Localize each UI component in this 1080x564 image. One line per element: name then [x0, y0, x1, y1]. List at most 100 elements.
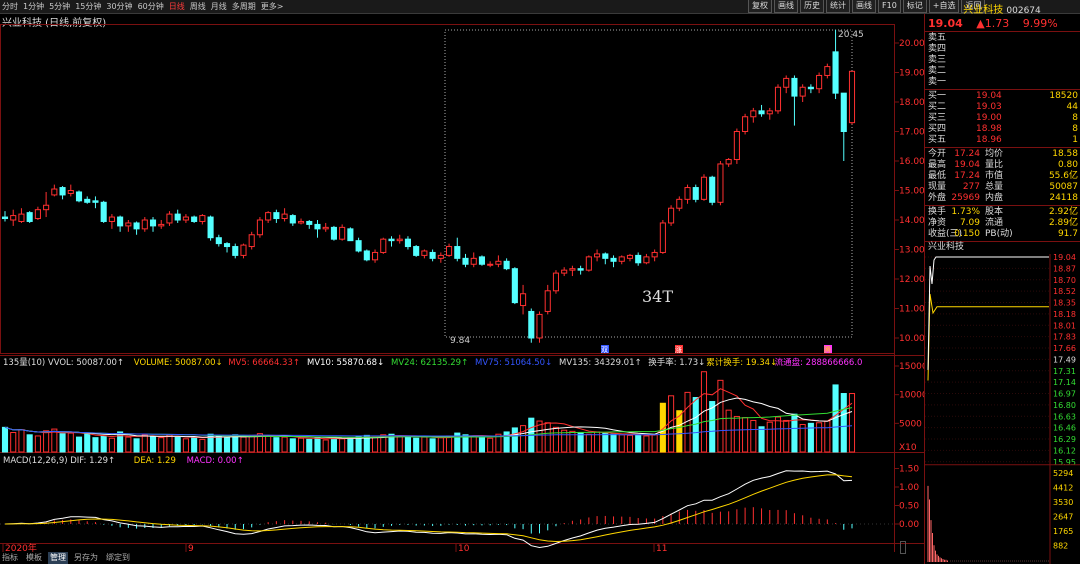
macd-histogram [12, 507, 853, 534]
volume-bar [848, 393, 856, 453]
candle-up [676, 198, 683, 209]
candle-up [700, 176, 708, 200]
candle-down [462, 257, 469, 265]
candle-down [347, 228, 354, 242]
date-tick-label: 2020年 [5, 542, 37, 552]
intraday-mini-chart[interactable]: 19.04 18.87 18.70 18.52 18.35 18.18 18.01 17.83… [925, 254, 1080, 564]
volume-indicator-label: MV24: 62135.29↑ [391, 358, 468, 368]
candle-up [339, 226, 346, 240]
kline-chart[interactable]: 20.00 19.00 18.00 17.00 16.00 15.00 14.00 13.00… [0, 0, 924, 552]
signal-tag-label: 涨 [675, 345, 682, 354]
mini-price-label: 18.01 [1053, 321, 1076, 330]
mini-price-label: 17.49 [1053, 355, 1076, 364]
bottom-tab[interactable]: 绑定到 [104, 552, 132, 564]
stat-value: 0.80 [1057, 160, 1078, 170]
quote-row: 买五 18.96 1 [928, 135, 1078, 146]
candle-up [536, 313, 543, 339]
bottom-tab[interactable]: 另存为 [72, 552, 100, 564]
candle-up [585, 256, 592, 271]
stock-name: 兴业科技 [963, 5, 1004, 16]
signal-tag-label: 腾 [824, 345, 831, 354]
volume-bar [774, 416, 782, 453]
candle-up [544, 290, 551, 312]
candle-up [297, 220, 305, 224]
volume-bar [67, 432, 74, 453]
macd-indicator-label: DEA: 1.29 [134, 456, 176, 466]
mini-price-label: 19.04 [1053, 254, 1076, 262]
candle-up [569, 268, 576, 271]
bottom-tab[interactable]: 管理 [48, 552, 68, 564]
candle-up [824, 66, 831, 76]
stat-row: 今开 17.24 均价 18.58 [928, 149, 1078, 160]
volume-indicator-label: 累计换手: 19.34↓ [706, 357, 777, 368]
candle-up [626, 254, 634, 259]
candle-up [725, 159, 732, 165]
candle-up [651, 251, 658, 258]
bottom-tab[interactable]: 指标 [0, 552, 20, 564]
candle-up [487, 263, 494, 266]
stat-row: 最高 19.04 量比 0.80 [928, 160, 1078, 171]
volume-ma-lines [4, 388, 853, 440]
bottom-tab[interactable]: 模板 [24, 552, 44, 564]
stat-value: 18.58 [1052, 149, 1078, 159]
volume-bar [758, 426, 765, 453]
stat-value: 277 [962, 182, 980, 192]
candle-up [256, 219, 263, 236]
stock-code: 002674 [1006, 6, 1041, 16]
macd-axis: 1.50 1.00 0.50 0.00 [894, 465, 919, 530]
volume-bar [766, 421, 773, 453]
volume-bar [289, 438, 296, 453]
row-price: 19.00 [976, 113, 1002, 123]
candle-up [446, 246, 453, 256]
volume-bar [1, 426, 9, 453]
price-tick-label: 11.00 [899, 305, 924, 315]
stat-label: 股本 [985, 207, 1004, 217]
volume-bar [520, 425, 527, 453]
candle-down [59, 187, 66, 196]
candle-up [659, 222, 666, 253]
candle-down [388, 238, 395, 242]
high-label: 20.45 [838, 30, 864, 40]
volume-bar [717, 379, 724, 453]
candle-down [84, 198, 91, 203]
volume-bar [306, 438, 313, 453]
candle-up [684, 187, 691, 200]
candle-up [240, 244, 247, 256]
stat-value: 55.6亿 [1048, 171, 1078, 181]
volume-bar [297, 437, 305, 453]
stat-label: 最高 [928, 160, 947, 170]
candle-down [149, 219, 157, 227]
candle-down [635, 254, 642, 264]
stat-value: 91.7 [1057, 229, 1078, 239]
volume-bar [404, 436, 411, 453]
stat-value: 17.24 [954, 171, 980, 181]
mini-price-label: 17.83 [1053, 333, 1076, 342]
candle-down [413, 246, 420, 256]
row-label: 买四 [928, 124, 947, 134]
volume-bar [330, 436, 337, 453]
volume-bar [232, 434, 239, 453]
candle-down [100, 201, 107, 222]
signal-tag-label: 双 [601, 346, 608, 354]
candle-up [380, 238, 387, 253]
candle-up [561, 269, 568, 274]
volume-bar [626, 434, 634, 453]
candle-up [108, 216, 115, 222]
volume-indicator-label: 135量(10) VVOL: 50087.00↑ [3, 358, 124, 368]
candle-down [215, 237, 222, 245]
volume-bar [322, 439, 329, 453]
candle-up [10, 215, 17, 221]
candle-down [503, 260, 510, 270]
volume-bar [26, 434, 33, 453]
candle-up [182, 216, 189, 221]
period-label[interactable] [900, 541, 906, 554]
macd-line [4, 474, 853, 543]
volume-bar [725, 409, 732, 453]
mini-price-label: 17.31 [1053, 367, 1076, 376]
volume-bar [125, 436, 132, 453]
volume-bar [437, 437, 444, 453]
volume-indicator-label: 换手率: 1.73↓ [648, 357, 705, 368]
volume-bar [544, 422, 551, 453]
stat-label: 外盘 [928, 193, 947, 203]
candle-down [306, 220, 313, 225]
